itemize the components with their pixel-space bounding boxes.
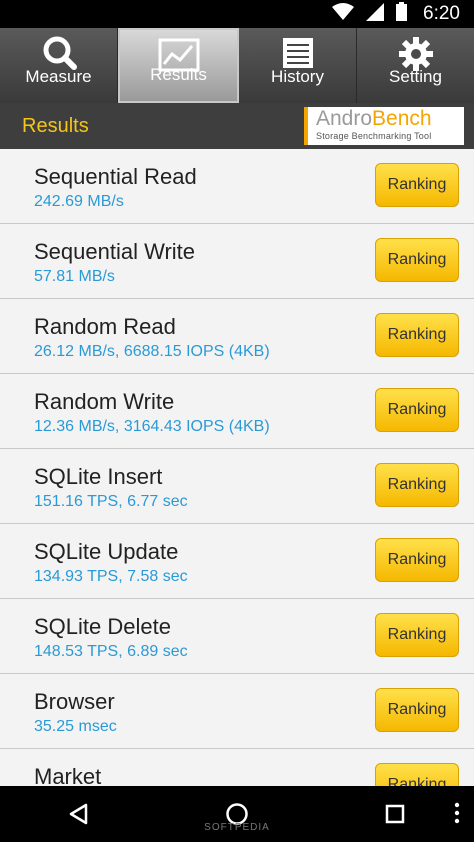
result-name: SQLite Delete	[34, 614, 171, 639]
result-name: Sequential Read	[34, 164, 197, 189]
ranking-button[interactable]: Ranking	[375, 463, 459, 507]
signal-icon	[366, 2, 385, 26]
result-row-random-read: Random Read 26.12 MB/s, 6688.15 IOPS (4K…	[0, 299, 474, 374]
ranking-button[interactable]: Ranking	[375, 388, 459, 432]
ranking-button[interactable]: Ranking	[375, 238, 459, 282]
ranking-button[interactable]: Ranking	[375, 763, 459, 786]
wifi-icon	[332, 2, 355, 26]
logo-andro: Andro	[316, 107, 373, 130]
result-value: 242.69 MB/s	[34, 193, 124, 210]
result-name: Random Read	[34, 314, 176, 339]
results-header: Results AndroBench Storage Benchmarking …	[0, 103, 474, 149]
status-bar: 6:20	[0, 0, 474, 28]
result-value: 35.25 msec	[34, 718, 117, 735]
results-list[interactable]: Sequential Read 242.69 MB/s Ranking Sequ…	[0, 149, 474, 786]
list-icon	[281, 36, 315, 75]
result-row-browser: Browser 35.25 msec Ranking	[0, 674, 474, 749]
tab-setting[interactable]: Setting	[357, 28, 474, 103]
result-value: 26.12 MB/s, 6688.15 IOPS (4KB)	[34, 343, 270, 360]
softpedia-watermark: SOFTPEDIA	[204, 822, 270, 833]
page-title: Results	[22, 114, 89, 137]
result-value: 12.36 MB/s, 3164.43 IOPS (4KB)	[34, 418, 270, 435]
logo-bench: Bench	[372, 107, 432, 130]
status-time: 6:20	[423, 3, 460, 24]
logo-name: AndroBench	[316, 107, 464, 130]
ranking-button[interactable]: Ranking	[375, 538, 459, 582]
ranking-button[interactable]: Ranking	[375, 613, 459, 657]
result-name: Sequential Write	[34, 239, 196, 264]
magnifier-icon	[39, 36, 79, 75]
result-value: 151.16 TPS, 6.77 sec	[34, 493, 188, 510]
chart-icon	[158, 38, 200, 77]
recents-icon	[385, 804, 405, 824]
gear-icon	[398, 36, 434, 77]
result-value: 134.93 TPS, 7.58 sec	[34, 568, 188, 585]
tab-bar: Measure Results History Setting	[0, 28, 474, 103]
result-name: SQLite Update	[34, 539, 179, 564]
result-row-sqlite-delete: SQLite Delete 148.53 TPS, 6.89 sec Ranki…	[0, 599, 474, 674]
ranking-button[interactable]: Ranking	[375, 163, 459, 207]
result-row-random-write: Random Write 12.36 MB/s, 3164.43 IOPS (4…	[0, 374, 474, 449]
result-name: SQLite Insert	[34, 464, 163, 489]
result-name: Market	[34, 764, 102, 786]
ranking-button[interactable]: Ranking	[375, 313, 459, 357]
result-row-sqlite-update: SQLite Update 134.93 TPS, 7.58 sec Ranki…	[0, 524, 474, 599]
result-row-sequential-read: Sequential Read 242.69 MB/s Ranking	[0, 149, 474, 224]
result-row-sequential-write: Sequential Write 57.81 MB/s Ranking	[0, 224, 474, 299]
logo-subtitle: Storage Benchmarking Tool	[316, 131, 432, 141]
tab-history[interactable]: History	[239, 28, 357, 103]
battery-icon	[396, 2, 408, 26]
result-row-market: Market Ranking	[0, 749, 474, 786]
result-name: Browser	[34, 689, 115, 714]
ranking-button[interactable]: Ranking	[375, 688, 459, 732]
androbench-logo: AndroBench Storage Benchmarking Tool	[304, 107, 464, 145]
tab-measure[interactable]: Measure	[0, 28, 118, 103]
result-value: 148.53 TPS, 6.89 sec	[34, 643, 188, 660]
system-nav-bar	[0, 786, 474, 842]
result-value: 57.81 MB/s	[34, 268, 115, 285]
result-row-sqlite-insert: SQLite Insert 151.16 TPS, 6.77 sec Ranki…	[0, 449, 474, 524]
tab-results[interactable]: Results	[118, 28, 239, 103]
result-name: Random Write	[34, 389, 175, 414]
